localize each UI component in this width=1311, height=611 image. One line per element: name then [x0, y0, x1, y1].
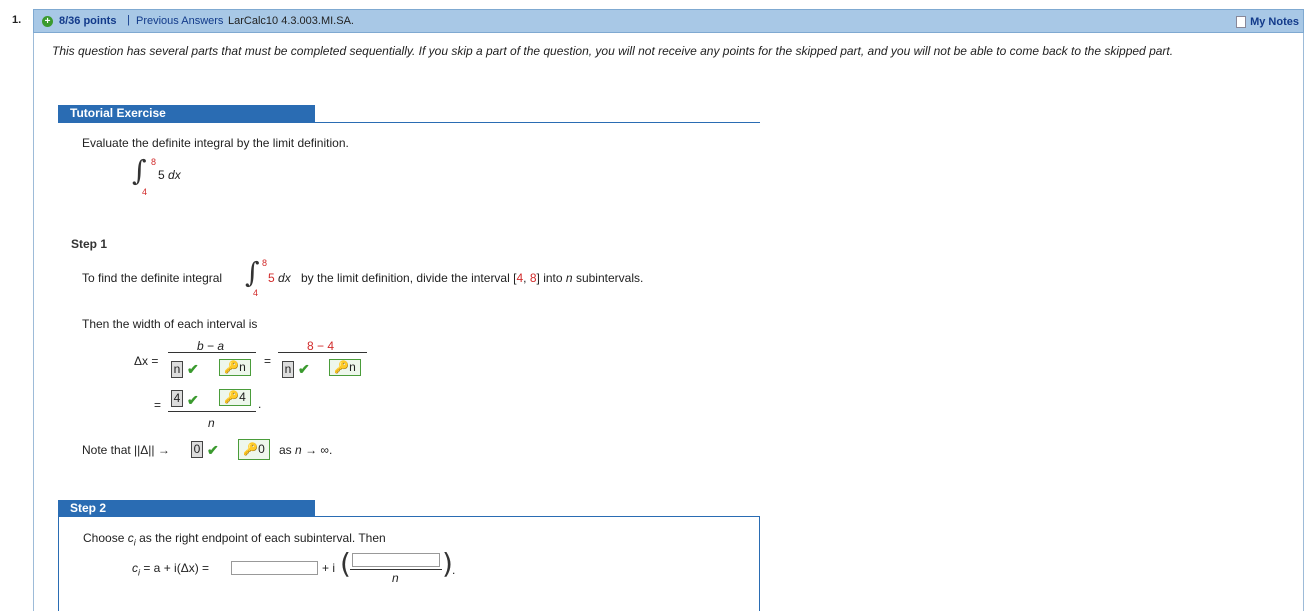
plus-i: + i — [322, 561, 336, 575]
key-icon: 🔑 — [224, 360, 240, 374]
answer-n-2: n — [282, 361, 294, 378]
tutorial-header: Tutorial Exercise — [58, 105, 315, 122]
answer-0: 0 — [191, 441, 203, 458]
delta-x-label: Δx = — [134, 354, 159, 368]
equals-2: = — [154, 398, 162, 412]
step2-denominator-n: n — [392, 571, 399, 585]
key-icon: 🔑 — [243, 442, 259, 456]
equals-1: = — [264, 354, 272, 368]
notes-doc-icon — [1236, 15, 1247, 28]
ci-answer-input[interactable] — [231, 561, 318, 575]
key-icon: 🔑 — [334, 360, 350, 374]
step1-sentence-rest: by the limit definition, divide the inte… — [301, 271, 644, 285]
integral-sign: ∫ — [132, 154, 147, 187]
step1-integral-upper: 8 — [262, 258, 268, 268]
note-text: Note that ||Δ|| → — [82, 443, 170, 457]
left-paren: ( — [340, 547, 351, 580]
step2-sentence: Choose ci as the right endpoint of each … — [83, 531, 386, 548]
step1-integrand: 5 dx — [268, 271, 291, 285]
answer-4: 4 — [171, 390, 183, 407]
key-answer-4[interactable]: 🔑4 — [219, 389, 251, 406]
step1-label: Step 1 — [71, 237, 108, 251]
step2-period: . — [452, 563, 456, 577]
my-notes-button[interactable]: My Notes — [1236, 14, 1299, 29]
fraction-bar-3 — [168, 411, 256, 412]
check-icon-3: ✔ — [187, 392, 199, 408]
previous-answers-link[interactable]: Previous Answers — [136, 15, 223, 27]
points-score: 8/36 points — [59, 15, 117, 27]
note-end: as n → ∞. — [279, 443, 333, 457]
answer-n-1: n — [171, 361, 183, 378]
width-text: Then the width of each interval is — [82, 317, 258, 331]
step2-header: Step 2 — [58, 500, 315, 517]
tutorial-rule — [58, 122, 760, 123]
my-notes-label: My Notes — [1250, 15, 1299, 28]
check-icon-2: ✔ — [298, 361, 310, 377]
key-answer-n-2[interactable]: 🔑n — [329, 359, 361, 376]
check-icon-4: ✔ — [207, 442, 219, 458]
key-icon: 🔑 — [224, 390, 240, 404]
integral-upper: 8 — [151, 157, 157, 167]
eight-minus-four: 8 − 4 — [307, 339, 335, 353]
period-1: . — [258, 397, 262, 411]
key-answer-0[interactable]: 🔑0 — [238, 439, 270, 460]
fraction-bar-1 — [168, 352, 256, 353]
tutorial-prompt: Evaluate the definite integral by the li… — [82, 136, 349, 150]
integral-lower: 4 — [142, 187, 148, 197]
question-number: 1. — [12, 14, 22, 26]
question-header: + 8/36 points | Previous Answers LarCalc… — [33, 9, 1304, 33]
header-separator: | — [127, 14, 130, 26]
step1-sentence-a: To find the definite integral — [82, 271, 223, 285]
step2-fraction-bar — [350, 569, 442, 570]
intro-text: This question has several parts that mus… — [52, 44, 1174, 58]
integrand: 5 dx — [158, 168, 181, 182]
fraction-bar-2 — [278, 352, 367, 353]
step1-integral-lower: 4 — [253, 288, 259, 298]
check-icon-1: ✔ — [187, 361, 199, 377]
b-minus-a: b − a — [197, 339, 225, 353]
expand-plus-icon[interactable]: + — [42, 16, 53, 27]
step1-integral-sign: ∫ — [245, 256, 260, 289]
numerator-input[interactable] — [352, 553, 440, 567]
denominator-n: n — [208, 416, 215, 430]
step2-formula: ci = a + i(Δx) = — [132, 561, 210, 578]
question-code: LarCalc10 4.3.003.MI.SA. — [228, 15, 354, 27]
key-answer-n-1[interactable]: 🔑n — [219, 359, 251, 376]
